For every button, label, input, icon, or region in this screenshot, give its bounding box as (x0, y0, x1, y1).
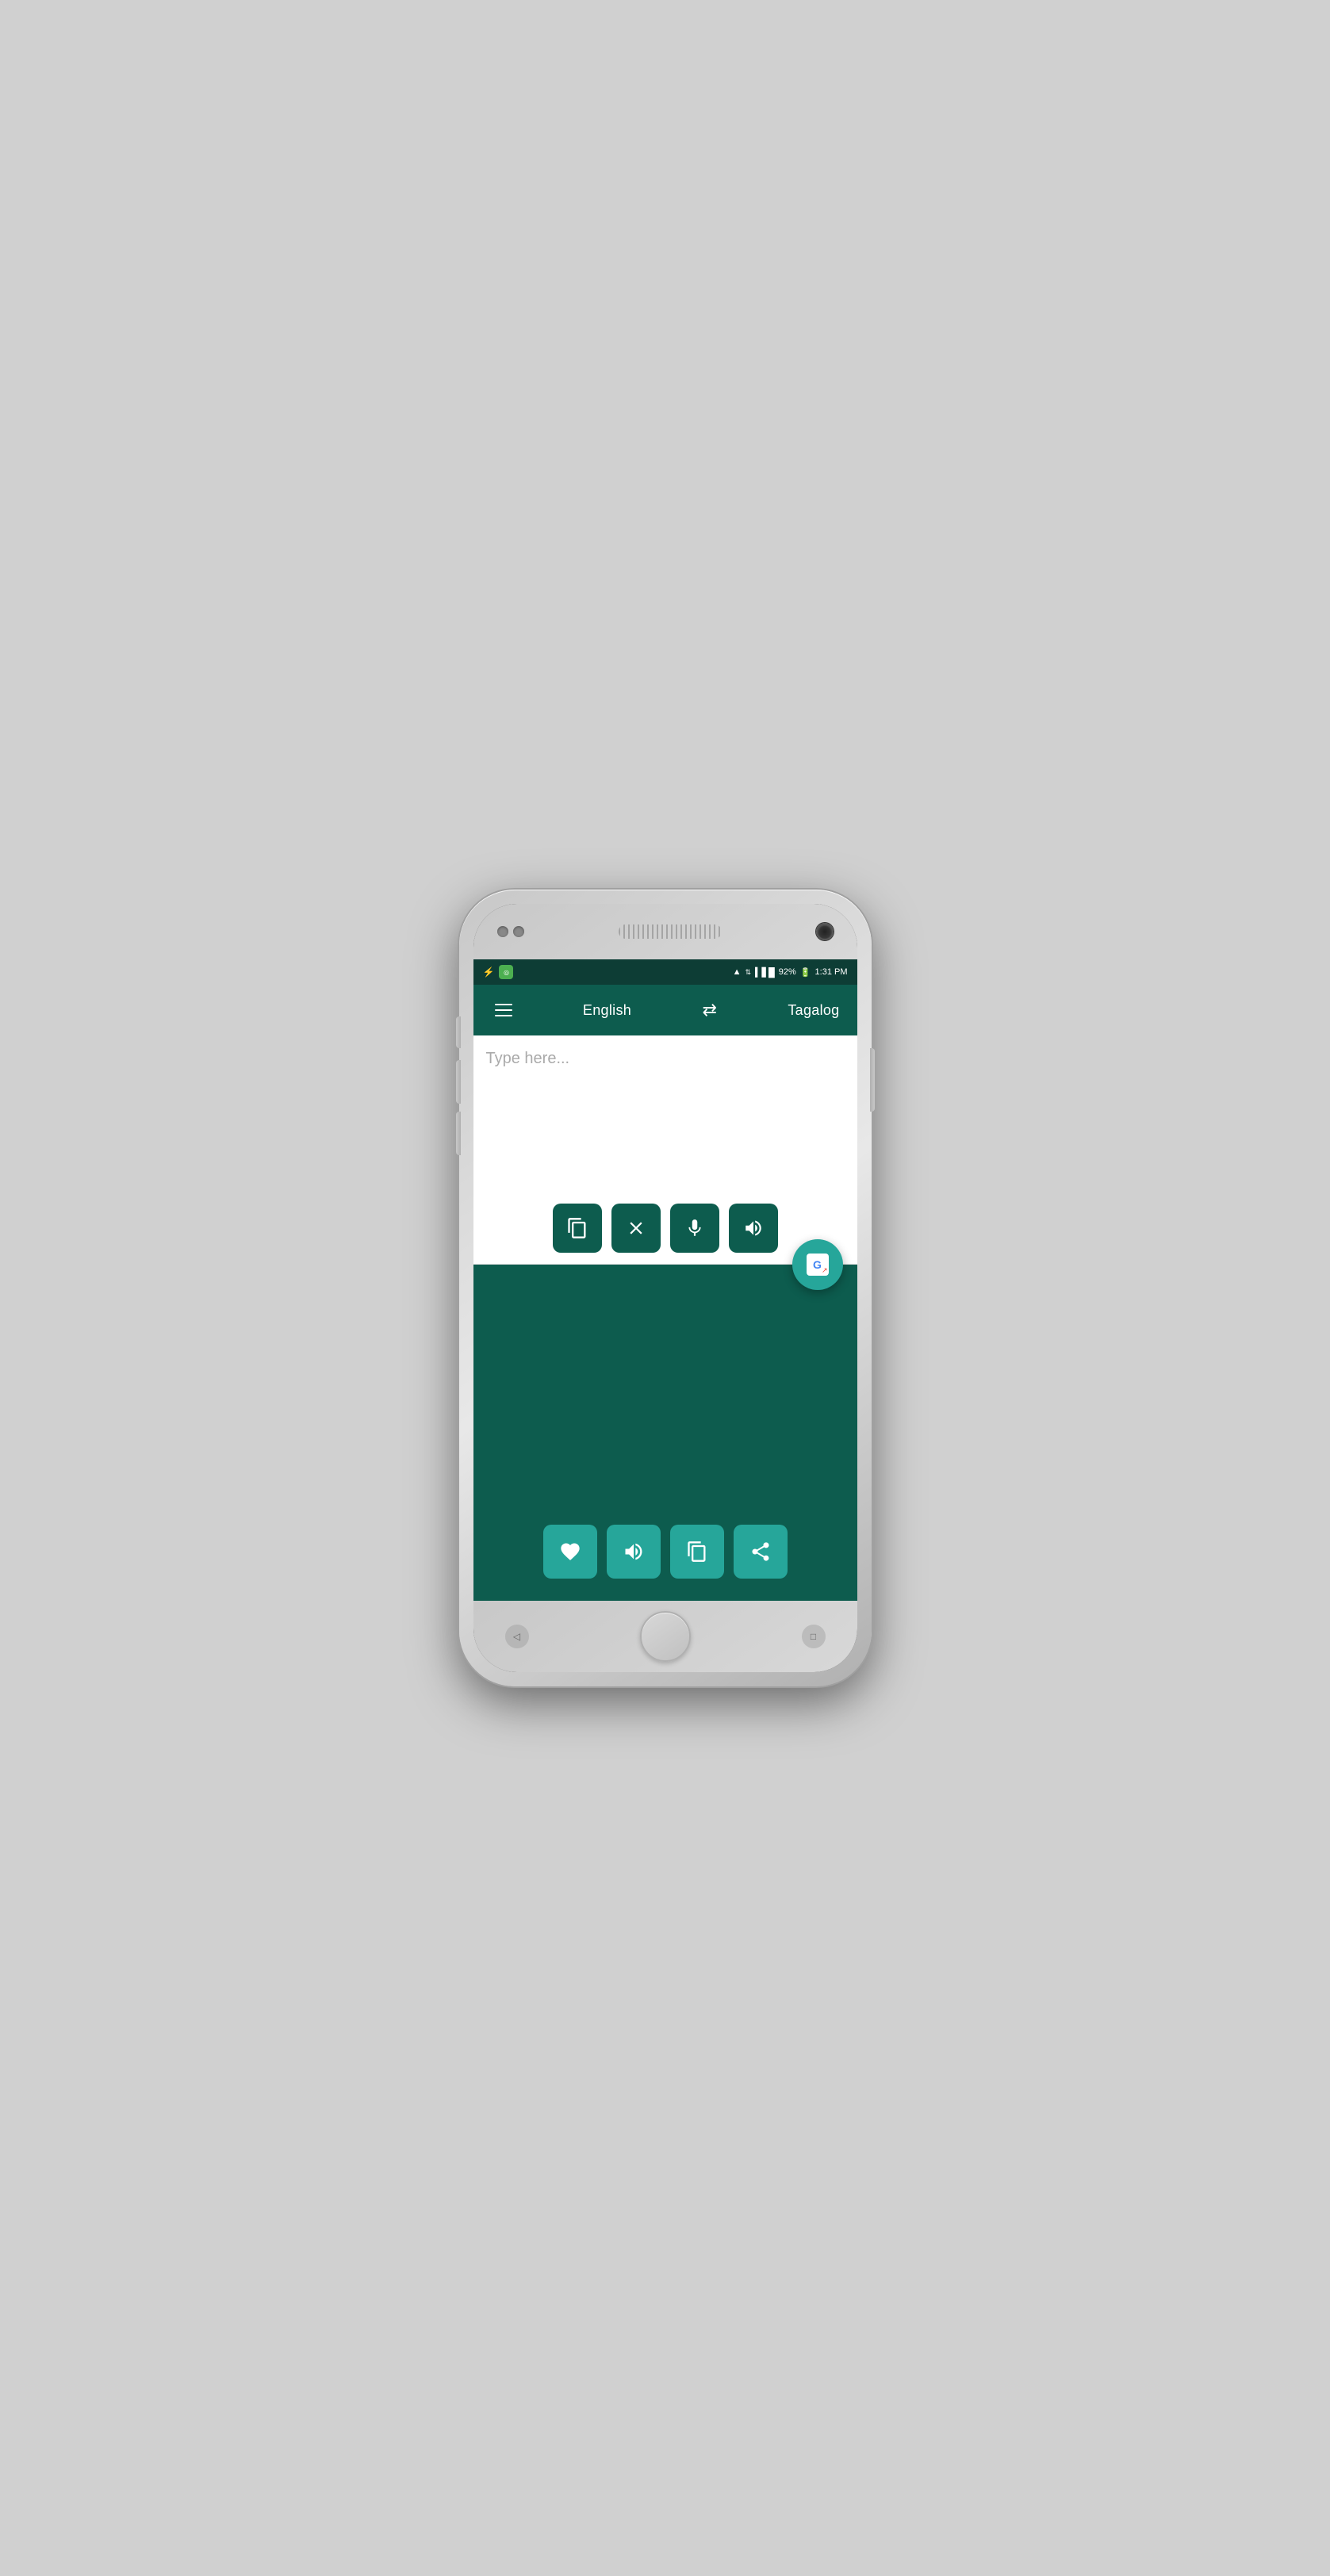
speaker-input-icon (743, 1218, 764, 1238)
microphone-button[interactable] (670, 1204, 719, 1253)
wifi-icon: ▲ (733, 967, 742, 977)
share-button[interactable] (734, 1525, 788, 1579)
output-action-bar (473, 1515, 857, 1588)
status-bar: ⚡ ◎ ▲ ⇅ ▍▋█ 92% 🔋 1:31 PM (473, 959, 857, 985)
translate-fab-button[interactable]: G ↗ (792, 1239, 843, 1290)
screen-content: ⚡ ◎ ▲ ⇅ ▍▋█ 92% 🔋 1:31 PM (473, 959, 857, 1601)
output-text-region (473, 1265, 857, 1515)
bottom-bezel: ◁ □ (473, 1601, 857, 1672)
input-placeholder: Type here... (486, 1050, 570, 1067)
source-language-button[interactable]: English (583, 1002, 631, 1019)
gt-logo-inner: G ↗ (807, 1254, 829, 1276)
dot-2 (513, 926, 524, 937)
volume-down-button[interactable] (456, 1060, 461, 1104)
front-camera (816, 923, 834, 940)
speaker-input-button[interactable] (729, 1204, 778, 1253)
heart-icon (559, 1541, 581, 1563)
hamburger-line-2 (495, 1009, 512, 1011)
signal-icon: ▍▋█ (755, 967, 775, 978)
text-input-field[interactable]: Type here... (473, 1035, 857, 1194)
google-translate-logo: G ↗ (803, 1250, 832, 1279)
share-icon (749, 1541, 772, 1563)
speaker-dots (497, 926, 524, 937)
menu-button[interactable] (491, 1000, 516, 1020)
clipboard-button[interactable] (553, 1204, 602, 1253)
speaker-grille (619, 924, 722, 939)
target-language-button[interactable]: Tagalog (788, 1002, 839, 1019)
hamburger-line-1 (495, 1004, 512, 1005)
favorite-button[interactable] (543, 1525, 597, 1579)
camera-button[interactable] (456, 1112, 461, 1155)
clear-button[interactable] (611, 1204, 661, 1253)
phone-device: ⚡ ◎ ▲ ⇅ ▍▋█ 92% 🔋 1:31 PM (459, 890, 872, 1686)
wifi-arrows: ⇅ (745, 968, 752, 977)
top-bezel (473, 904, 857, 959)
copy-output-button[interactable] (670, 1525, 724, 1579)
home-button[interactable] (640, 1611, 691, 1662)
volume-up-button[interactable] (456, 1016, 461, 1048)
clipboard-icon (566, 1217, 588, 1239)
status-right: ▲ ⇅ ▍▋█ 92% 🔋 1:31 PM (733, 967, 848, 978)
swap-icon: ⇄ (702, 1000, 716, 1020)
microphone-icon (684, 1218, 705, 1238)
gt-arrow: ↗ (822, 1266, 828, 1275)
back-button[interactable]: ◁ (505, 1625, 529, 1648)
phone-screen: ⚡ ◎ ▲ ⇅ ▍▋█ 92% 🔋 1:31 PM (473, 904, 857, 1672)
speaker-output-button[interactable] (607, 1525, 661, 1579)
output-area (473, 1265, 857, 1601)
clear-icon (626, 1218, 646, 1238)
battery-icon: 🔋 (800, 967, 811, 978)
battery-percentage: 92% (779, 967, 796, 977)
app-bar: English ⇄ Tagalog (473, 985, 857, 1035)
input-area: Type here... (473, 1035, 857, 1265)
dot-1 (497, 926, 508, 937)
time-display: 1:31 PM (815, 967, 848, 977)
swap-language-button[interactable]: ⇄ (698, 996, 720, 1024)
usb-icon: ⚡ (483, 966, 495, 978)
gps-icon: ◎ (499, 965, 513, 979)
speaker-output-icon (623, 1541, 645, 1563)
power-button[interactable] (870, 1048, 875, 1112)
hamburger-line-3 (495, 1015, 512, 1016)
status-left: ⚡ ◎ (483, 965, 514, 979)
copy-icon (686, 1541, 708, 1563)
gt-g-letter: G (813, 1258, 822, 1271)
recents-button[interactable]: □ (802, 1625, 826, 1648)
